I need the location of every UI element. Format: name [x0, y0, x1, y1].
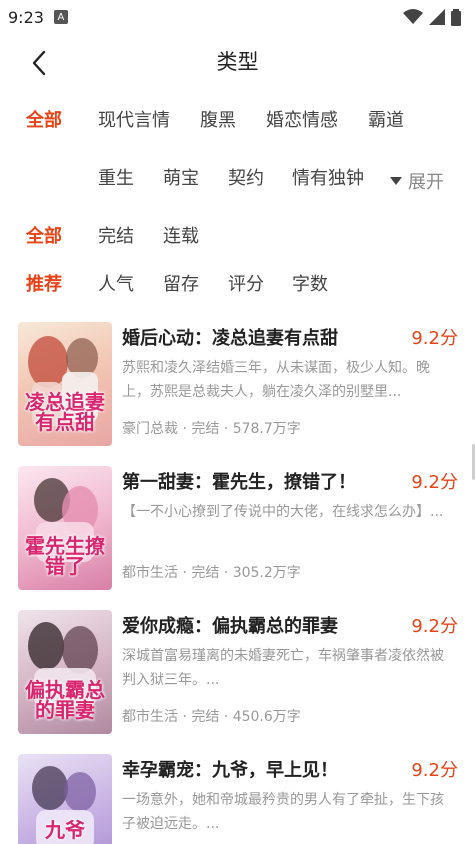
- book-score: 9.2分: [411, 616, 458, 637]
- status-item[interactable]: 连载: [163, 222, 199, 248]
- book-description: 一场意外，她和帝城最矜贵的男人有了牵扯，生下孩子被迫远走。...: [122, 792, 444, 832]
- book-score: 9.2分: [411, 760, 458, 781]
- book-cover[interactable]: 霍先生撩错了: [18, 466, 112, 590]
- status-time: 9:23: [8, 7, 44, 27]
- header: 类型: [0, 34, 475, 88]
- category-item[interactable]: 契约: [228, 164, 264, 190]
- expand-label: 展开: [408, 172, 444, 193]
- status-left: 9:23 A: [8, 8, 68, 27]
- book-score: 9.2分: [411, 472, 458, 493]
- status-right: [403, 8, 461, 26]
- cover-title: 偏执霸总的罪妻: [25, 678, 105, 722]
- sort-item[interactable]: 人气: [98, 270, 134, 296]
- category-item[interactable]: 霸道: [368, 106, 404, 132]
- battery-icon: [451, 8, 461, 26]
- book-title: 第一甜妻：霍先生，撩错了！: [122, 472, 356, 493]
- back-arrow-icon: [32, 50, 46, 76]
- status-item[interactable]: 完结: [98, 222, 134, 248]
- back-button[interactable]: [22, 46, 56, 80]
- cover-title: 霍先生撩错了: [25, 534, 105, 578]
- book-title: 爱你成瘾：偏执霸总的罪妻: [122, 616, 338, 637]
- wifi-icon: [403, 9, 423, 24]
- book-cover[interactable]: 偏执霸总的罪妻: [18, 610, 112, 734]
- book-description: 深城首富易瑾离的未婚妻死亡，车祸肇事者凌依然被判入狱三年。...: [122, 648, 444, 688]
- book-list-item[interactable]: 九爷 幸孕霸宠：九爷，早上见！ 9.2分 一场意外，她和帝城最矜贵的男人有了牵扯…: [18, 754, 458, 844]
- signal-icon: [429, 9, 445, 25]
- book-list-item[interactable]: 凌总追妻有点甜 婚后心动：凌总追妻有点甜 9.2分 苏熙和凌久泽结婚三年，从未谋…: [18, 322, 458, 448]
- book-list-item[interactable]: 霍先生撩错了 第一甜妻：霍先生，撩错了！ 9.2分 【一不小心撩到了传说中的大佬…: [18, 466, 458, 592]
- page-title: 类型: [216, 50, 259, 74]
- book-cover[interactable]: 九爷: [18, 754, 112, 844]
- book-cover[interactable]: 凌总追妻有点甜: [18, 322, 112, 446]
- category-item[interactable]: 萌宝: [163, 164, 199, 190]
- category-item[interactable]: 重生: [98, 164, 134, 190]
- sort-item[interactable]: 留存: [163, 270, 199, 296]
- book-score: 9.2分: [411, 328, 458, 349]
- category-all[interactable]: 全部: [26, 106, 62, 132]
- category-item[interactable]: 婚恋情感: [266, 106, 338, 132]
- sort-item[interactable]: 字数: [292, 270, 328, 296]
- cover-title: 凌总追妻有点甜: [25, 390, 105, 434]
- caret-down-icon: [390, 177, 402, 185]
- category-item[interactable]: 现代言情: [98, 106, 170, 132]
- book-title: 幸孕霸宠：九爷，早上见！: [122, 760, 338, 781]
- status-all[interactable]: 全部: [26, 222, 62, 248]
- sort-recommend[interactable]: 推荐: [26, 270, 62, 296]
- cover-title: 九爷: [45, 818, 85, 842]
- book-meta: 都市生活 · 完结 · 305.2万字: [122, 565, 301, 581]
- status-bar: 9:23 A: [0, 0, 475, 34]
- expand-button[interactable]: 展开: [390, 168, 444, 194]
- sort-filter-row: 推荐 人气 留存 评分 字数: [0, 270, 475, 296]
- category-item[interactable]: 腹黑: [200, 106, 236, 132]
- book-meta: 都市生活 · 完结 · 450.6万字: [122, 709, 301, 725]
- book-description: 苏熙和凌久泽结婚三年，从未谋面，极少人知。晚上，苏熙是总裁夫人，躺在凌久泽的别墅…: [122, 360, 430, 400]
- category-item[interactable]: 情有独钟: [292, 164, 364, 190]
- book-list-item[interactable]: 偏执霸总的罪妻 爱你成瘾：偏执霸总的罪妻 9.2分 深城首富易瑾离的未婚妻死亡，…: [18, 610, 458, 736]
- book-description: 【一不小心撩到了传说中的大佬，在线求怎么办】...: [122, 504, 444, 520]
- sort-item[interactable]: 评分: [228, 270, 264, 296]
- book-meta: 豪门总裁 · 完结 · 578.7万字: [122, 421, 301, 437]
- category-filter-row: 全部 现代言情 腹黑 婚恋情感 霸道: [0, 106, 475, 132]
- book-title: 婚后心动：凌总追妻有点甜: [122, 328, 338, 349]
- status-filter-row: 全部 完结 连载: [0, 222, 475, 248]
- category-filter-row-2: 重生 萌宝 契约 情有独钟 展开: [0, 164, 475, 193]
- notification-icon: A: [53, 10, 68, 24]
